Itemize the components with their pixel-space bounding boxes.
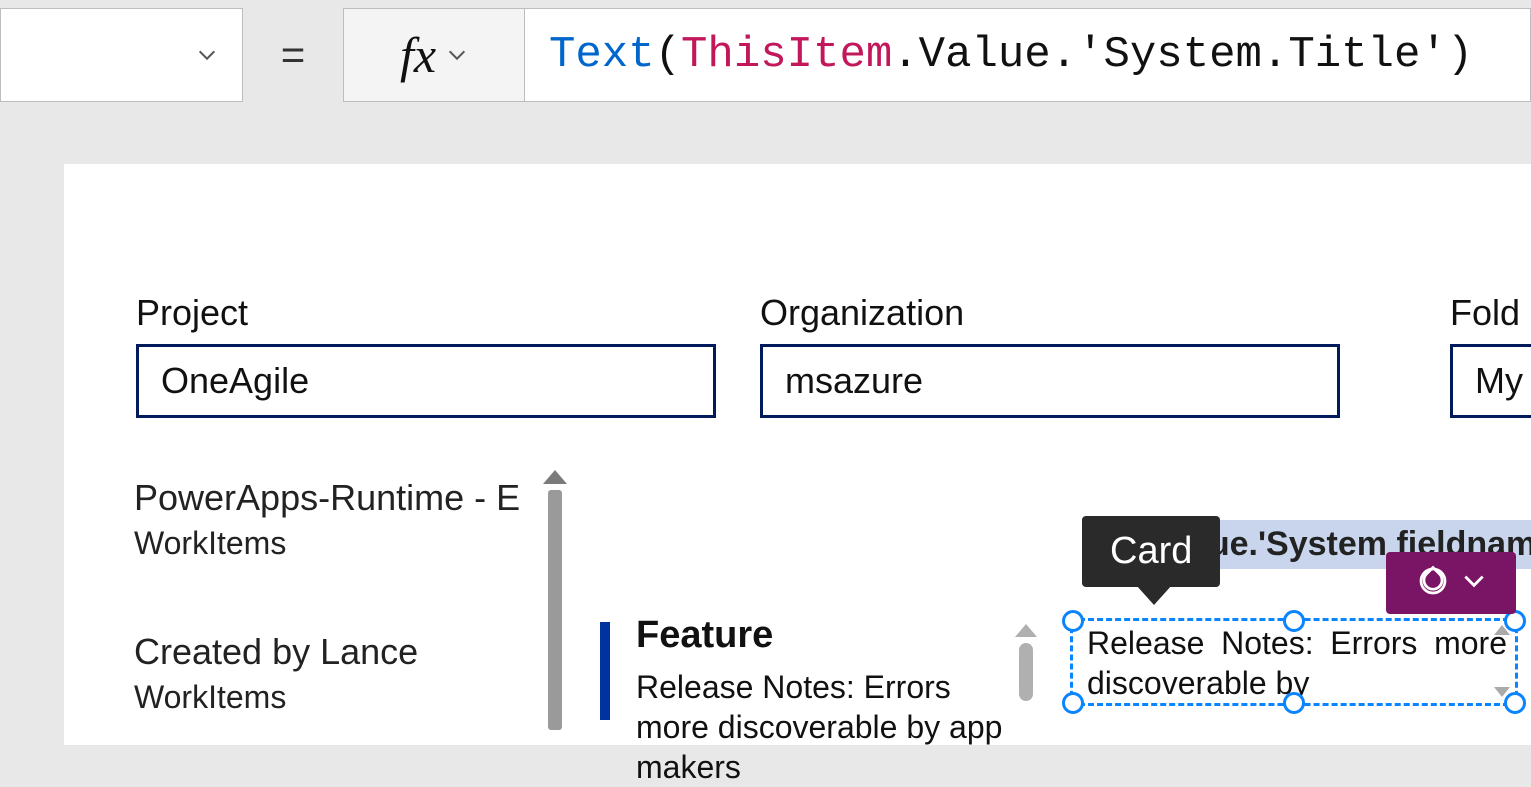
- organization-field-group: Organization msazure: [760, 292, 1340, 418]
- query-list: PowerApps-Runtime - E WorkItems Created …: [134, 476, 566, 784]
- scroll-up-arrow-icon: [1494, 625, 1510, 635]
- list-item-title: PowerApps-Runtime - E: [134, 476, 566, 519]
- list-item-subtitle: WorkItems: [134, 525, 566, 562]
- resize-handle[interactable]: [1283, 610, 1305, 632]
- formula-token-rest: .Value.'System.Title'): [892, 30, 1473, 80]
- list-item[interactable]: PowerApps-Runtime - E WorkItems: [134, 476, 566, 562]
- detail-body: Release Notes: Errors more discoverable …: [636, 667, 1020, 787]
- detail-heading: Feature: [636, 614, 1020, 657]
- list-item[interactable]: Created by Lance WorkItems: [134, 630, 566, 716]
- copilot-badge[interactable]: [1386, 552, 1516, 614]
- card-tooltip: Card: [1082, 516, 1220, 587]
- formula-bar: = fx Text(ThisItem.Value.'System.Title'): [0, 0, 1531, 106]
- formula-token-fn: Text: [549, 30, 655, 80]
- card-scrollbar[interactable]: [1493, 625, 1511, 703]
- scroll-down-arrow-icon: [1494, 687, 1510, 697]
- resize-handle[interactable]: [1062, 610, 1084, 632]
- scroll-up-arrow-icon: [543, 470, 567, 484]
- detail-accent-bar: [600, 622, 610, 720]
- project-input[interactable]: OneAgile: [136, 344, 716, 418]
- chevron-down-icon: [196, 44, 218, 66]
- resize-handle[interactable]: [1283, 692, 1305, 714]
- chevron-down-icon: [446, 44, 468, 66]
- selected-card[interactable]: Release Notes: Errors more discoverable …: [1070, 618, 1518, 706]
- project-field-group: Project OneAgile: [136, 292, 716, 418]
- fx-icon: fx: [400, 26, 436, 84]
- list-item-subtitle: WorkItems: [134, 679, 566, 716]
- copilot-icon: [1415, 563, 1451, 604]
- folder-field-group: Fold My: [1450, 292, 1531, 418]
- fx-button[interactable]: fx: [343, 8, 525, 102]
- project-label: Project: [136, 292, 716, 334]
- design-canvas: Project OneAgile Organization msazure Fo…: [64, 164, 1531, 745]
- scroll-thumb[interactable]: [548, 490, 562, 730]
- organization-label: Organization: [760, 292, 1340, 334]
- formula-input[interactable]: Text(ThisItem.Value.'System.Title'): [525, 8, 1531, 102]
- detail-scrollbar[interactable]: [1014, 624, 1038, 701]
- formula-token-open: (: [655, 30, 681, 80]
- scroll-thumb[interactable]: [1019, 643, 1033, 701]
- organization-input[interactable]: msazure: [760, 344, 1340, 418]
- list-item-title: Created by Lance: [134, 630, 566, 673]
- scroll-up-arrow-icon: [1015, 624, 1037, 637]
- formula-token-this: ThisItem: [681, 30, 892, 80]
- card-text: Release Notes: Errors more discoverable …: [1087, 625, 1507, 701]
- left-scrollbar[interactable]: [542, 470, 568, 740]
- equals-label: =: [243, 8, 343, 102]
- detail-pane: Feature Release Notes: Errors more disco…: [600, 614, 1020, 787]
- resize-handle[interactable]: [1062, 692, 1084, 714]
- chevron-down-icon: [1461, 568, 1487, 599]
- property-dropdown[interactable]: [0, 8, 243, 102]
- folder-input[interactable]: My: [1450, 344, 1531, 418]
- folder-label: Fold: [1450, 292, 1531, 334]
